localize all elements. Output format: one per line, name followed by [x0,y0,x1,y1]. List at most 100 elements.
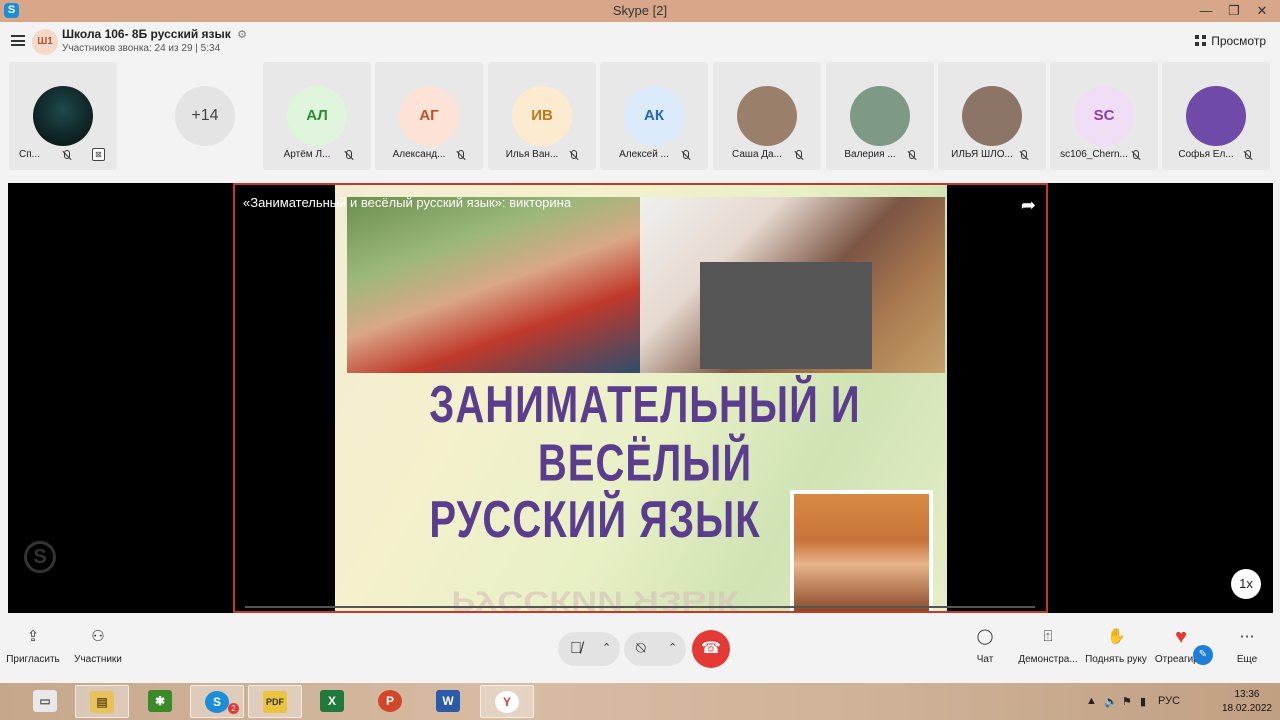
taskbar-yandex[interactable]: Y [480,685,534,718]
conversation-avatar: Ш1 [32,29,58,55]
call-header: Ш1 Школа 106- 8Б русский язык ⚙ Участник… [0,22,1280,60]
taskbar-word[interactable]: W [421,685,475,718]
playback-speed-button[interactable]: 1x [1231,569,1261,599]
video-stage: S ЗАНИМАТЕЛЬНЫЙ И ВЕСЁЛЫЙ РУССКИЙ ЯЗЫК Р… [8,183,1273,613]
participant-name: Саша Да... [732,149,782,160]
share-screen-icon: ⍐ [1043,628,1053,645]
word-icon: W [436,690,460,712]
avatar [737,86,797,146]
share-screen-button[interactable]: ⍐ Демонстра... [1016,628,1080,665]
clock-time: 13:36 [1234,689,1260,700]
slide-heading-reflection: РУССКИЙ ЯЗЫК [451,585,739,613]
mic-options-chevron-icon[interactable]: ⌃ [602,641,611,654]
slide-heading-line1: ЗАНИМАТЕЛЬНЫЙ И ВЕСЁЛЫЙ [429,376,861,493]
react-button[interactable]: ♥ Отреагир... ✎ [1151,626,1213,665]
participant-name: Илья Ван... [505,149,559,160]
participant-tile[interactable]: АК Алексей ... [600,62,708,170]
raise-hand-button[interactable]: ✋ Поднять руку [1083,628,1149,665]
taskbar-drweb[interactable]: ✱ [133,685,187,718]
more-label: Еще [1236,654,1258,665]
mic-off-icon [61,150,71,160]
mic-off-button[interactable]: 🎙̸ [570,640,582,658]
more-button[interactable]: ⋯ Еще [1232,628,1262,665]
network-icon[interactable]: ▮ [1140,695,1146,708]
mic-off-icon [906,150,916,160]
call-participants-count: Участников звонка: 24 из 29 | 5:34 [62,43,221,54]
taskbar-explorer[interactable]: ▭ [18,685,72,718]
taskbar-powerpoint[interactable]: P [363,685,417,718]
conversation-title[interactable]: Школа 106- 8Б русский язык ⚙ [62,27,247,41]
participant-tile[interactable]: Софья Ел... [1162,62,1270,170]
tray-expand-icon[interactable]: ▲ [1086,695,1097,707]
end-call-button[interactable]: ☎ [692,630,730,668]
overlay-video-block [700,262,872,369]
mic-off-icon [343,150,353,160]
participant-name: Александ... [392,149,446,160]
participant-tile[interactable]: SC sc106_Chern... [1050,62,1158,170]
participant-name: Сп... [19,149,40,160]
skype-icon: S [205,691,229,713]
pdf-icon: PDF [263,691,287,713]
participant-name: Софья Ел... [1178,149,1234,160]
participant-strip: Сп... ⊠ +14 АЛ Артём Л... АГ Александ... ИВ И… [0,60,1280,175]
heart-icon: ♥ [1175,626,1187,648]
chat-icon: ◯ [976,628,994,645]
volume-icon[interactable]: 🔈 [1104,695,1118,708]
clock[interactable]: 13:36 18.02.2022 [1222,688,1272,716]
taskbar-pdf[interactable]: PDF [248,685,302,718]
call-controls: 🎙̸ ⌃ ⍉ ⌃ ☎ [558,630,732,668]
avatar: АЛ [287,86,347,146]
participant-name: Валерия ... [844,149,896,160]
menu-icon[interactable] [11,35,25,46]
title-bar: S Skype [2] — ❐ ✕ [0,0,1280,22]
participant-tile[interactable]: АГ Александ... [375,62,483,170]
powerpoint-icon: P [378,690,402,712]
invite-label: Пригласить [6,654,60,665]
participants-button[interactable]: ⚇ Участники [70,628,126,665]
mic-off-icon [1130,150,1140,160]
pencil-icon[interactable]: ✎ [1193,645,1213,665]
chat-button[interactable]: ◯ Чат [970,628,1000,665]
participant-tile[interactable]: ИЛЬЯ ШЛО... [938,62,1046,170]
notification-badge: 2 [228,703,239,714]
screen-share-icon[interactable]: ⊠ [92,148,105,161]
excel-icon: X [320,690,344,712]
mic-off-icon [568,150,578,160]
participant-tile[interactable]: Валерия ... [826,62,934,170]
slide-heading-line2: РУССКИЙ ЯЗЫК [429,491,761,549]
yandex-browser-icon: Y [495,691,519,713]
more-participants-button[interactable]: +14 [175,86,235,146]
camera-off-button[interactable]: ⍉ [636,640,646,658]
minimize-button[interactable]: — [1192,1,1220,21]
taskbar-excel[interactable]: X [305,685,359,718]
settings-icon[interactable]: ⚙ [237,29,247,41]
taskbar-folder[interactable]: ▤ [75,685,129,718]
shared-screen[interactable]: ЗАНИМАТЕЛЬНЫЙ И ВЕСЁЛЫЙ РУССКИЙ ЯЗЫК РУС… [233,183,1048,613]
video-progress-bar[interactable] [245,606,1035,608]
participant-tile[interactable]: ИВ Илья Ван... [488,62,596,170]
participant-tile[interactable]: АЛ Артём Л... [263,62,371,170]
view-button[interactable]: Просмотр [1195,34,1266,48]
close-button[interactable]: ✕ [1248,1,1276,21]
raise-hand-label: Поднять руку [1085,654,1147,665]
participant-tile[interactable]: Саша Да... [713,62,821,170]
keyboard-language[interactable]: РУС [1158,695,1180,707]
avatar [1186,86,1246,146]
thinking-boy-photo [790,490,933,611]
windows-taskbar: ▭ ▤ ✱ S 2 PDF X P W Y ▲ 🔈 ⚑ ▮ РУС 13:36 … [0,683,1280,720]
camera-control: ⍉ ⌃ [624,632,686,666]
mic-off-icon [1018,150,1028,160]
participant-tile-self[interactable]: Сп... ⊠ [9,62,117,170]
camera-options-chevron-icon[interactable]: ⌃ [668,641,677,654]
restore-button[interactable]: ❐ [1220,1,1248,21]
invite-button[interactable]: ⇪ Пригласить [4,628,62,665]
call-toolbar: ⇪ Пригласить ⚇ Участники 🎙̸ ⌃ ⍉ ⌃ ☎ ◯ Ча… [0,620,1280,682]
forward-share-icon[interactable]: ➦ [1021,195,1036,216]
participants-label: Участники [74,654,122,665]
grid-icon [1195,35,1207,46]
taskbar-skype[interactable]: S 2 [190,685,244,718]
flag-icon[interactable]: ⚑ [1122,695,1132,708]
clock-date: 18.02.2022 [1221,703,1272,714]
share-up-icon: ⇪ [26,628,40,645]
more-dots-icon: ⋯ [1239,628,1255,645]
